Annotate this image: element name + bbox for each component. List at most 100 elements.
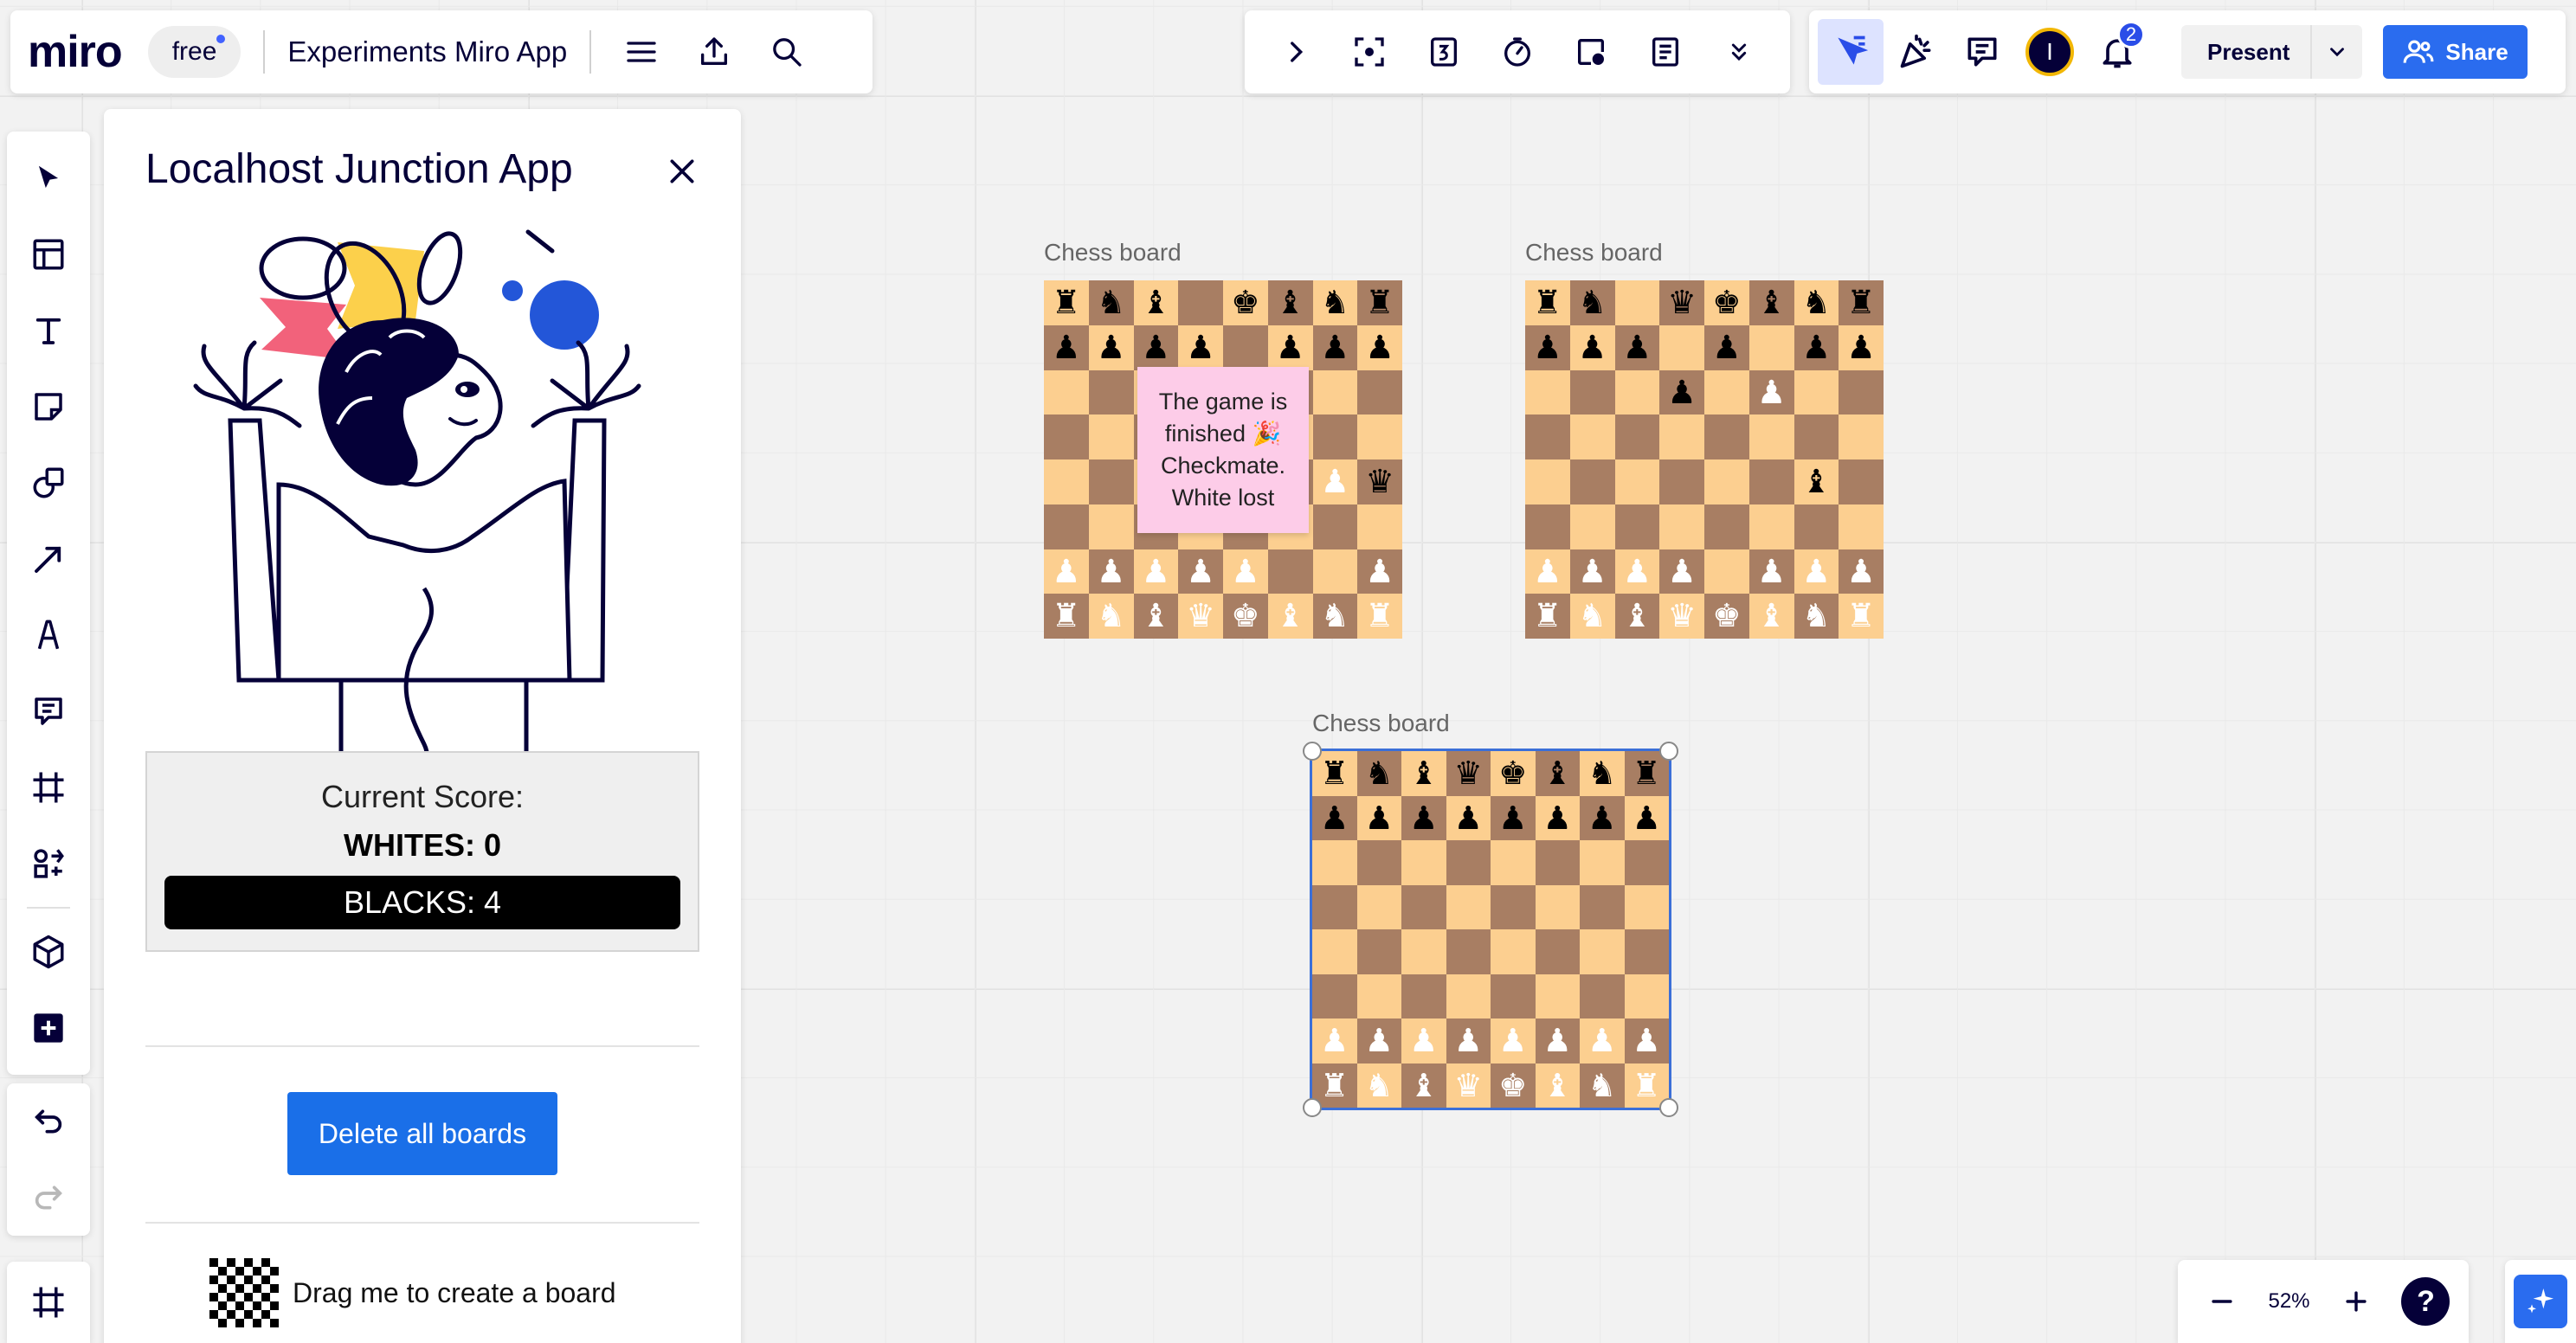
board-square[interactable]: ♛ <box>1446 751 1491 796</box>
board-square[interactable]: ♟ <box>1794 325 1839 370</box>
board-square[interactable] <box>1312 884 1357 929</box>
board-square[interactable] <box>1223 325 1268 370</box>
board-square[interactable] <box>1794 504 1839 549</box>
board-square[interactable]: ♟ <box>1401 1018 1446 1063</box>
resize-handle[interactable] <box>1659 1098 1678 1117</box>
black-pawn-piece[interactable]: ♟ <box>1142 331 1170 363</box>
board-square[interactable]: ♟ <box>1748 549 1794 594</box>
board-square[interactable]: ♝ <box>1535 1063 1580 1108</box>
board-square[interactable] <box>1839 414 1884 459</box>
board-square[interactable] <box>1748 414 1794 459</box>
board-square[interactable] <box>1839 504 1884 549</box>
board-square[interactable]: ♟ <box>1659 549 1704 594</box>
board-square[interactable]: ♟ <box>1614 325 1660 370</box>
board-square[interactable]: ♝ <box>1401 751 1446 796</box>
black-pawn-piece[interactable]: ♟ <box>1802 331 1831 363</box>
board-square[interactable]: ♝ <box>1794 459 1839 504</box>
board-square[interactable]: ♚ <box>1704 594 1749 639</box>
board-square[interactable]: ♟ <box>1569 325 1615 370</box>
board-square[interactable] <box>1839 369 1884 415</box>
comment-icon[interactable] <box>17 680 80 742</box>
board-square[interactable] <box>1659 504 1704 549</box>
white-pawn-piece[interactable]: ♟ <box>1498 1025 1527 1057</box>
black-rook-piece[interactable]: ♜ <box>1320 757 1349 789</box>
black-king-piece[interactable]: ♚ <box>1498 757 1527 789</box>
white-rook-piece[interactable]: ♜ <box>1846 600 1875 633</box>
white-knight-piece[interactable]: ♞ <box>1587 1070 1616 1102</box>
chess-board-2[interactable]: ♜ ♞ ♛ ♚ ♝ ♞ ♜ ♟ ♟ ♟ ♟ ♟ ♟ ♟ ♟ ♝ ♟ ♟ ♟ ♟ ♟ ♟ ♟ ♜ ♞ ♝ ♛ ♚ ♝ ♞ ♜ <box>1525 280 1884 639</box>
board-square[interactable] <box>1535 840 1580 885</box>
board-square[interactable] <box>1704 504 1749 549</box>
board-square[interactable]: ♟ <box>1312 1018 1357 1063</box>
zoom-out-icon[interactable] <box>2196 1276 2248 1327</box>
white-rook-piece[interactable]: ♜ <box>1365 600 1394 633</box>
board-square[interactable]: ♟ <box>1659 369 1704 415</box>
black-pawn-piece[interactable]: ♟ <box>1186 331 1214 363</box>
board-square[interactable]: ♞ <box>1088 594 1134 639</box>
black-bishop-piece[interactable]: ♝ <box>1409 757 1438 789</box>
board-square[interactable] <box>1446 884 1491 929</box>
white-pawn-piece[interactable]: ♟ <box>1454 1025 1483 1057</box>
board-square[interactable] <box>1312 929 1357 974</box>
white-pawn-piece[interactable]: ♟ <box>1587 1025 1616 1057</box>
board-square[interactable] <box>1525 504 1570 549</box>
black-pawn-piece[interactable]: ♟ <box>1276 331 1304 363</box>
board-square[interactable] <box>1446 929 1491 974</box>
black-pawn-piece[interactable]: ♟ <box>1587 802 1616 834</box>
board-square[interactable]: ♝ <box>1614 594 1660 639</box>
white-pawn-piece[interactable]: ♟ <box>1231 555 1259 588</box>
white-rook-piece[interactable]: ♜ <box>1052 600 1080 633</box>
board-square[interactable] <box>1580 884 1625 929</box>
board-square[interactable] <box>1312 369 1358 415</box>
cursor-icon[interactable] <box>1818 19 1884 85</box>
board-square[interactable]: ♜ <box>1525 594 1570 639</box>
zoom-in-icon[interactable] <box>2330 1276 2382 1327</box>
board-square[interactable]: ♟ <box>1223 549 1268 594</box>
white-pawn-piece[interactable]: ♟ <box>1097 555 1125 588</box>
board-square[interactable] <box>1659 459 1704 504</box>
close-icon[interactable] <box>660 149 705 194</box>
board-square[interactable]: ♟ <box>1839 325 1884 370</box>
white-bishop-piece[interactable]: ♝ <box>1142 600 1170 633</box>
board-square[interactable]: ♟ <box>1088 325 1134 370</box>
board-square[interactable] <box>1704 459 1749 504</box>
board-square[interactable]: ♟ <box>1312 795 1357 840</box>
white-rook-piece[interactable]: ♜ <box>1633 1070 1661 1102</box>
black-knight-piece[interactable]: ♞ <box>1802 286 1831 318</box>
white-pawn-piece[interactable]: ♟ <box>1186 555 1214 588</box>
white-pawn-piece[interactable]: ♟ <box>1757 376 1786 408</box>
frame-icon[interactable] <box>17 756 80 819</box>
white-queen-piece[interactable]: ♛ <box>1454 1070 1483 1102</box>
arrow-icon[interactable] <box>17 528 80 590</box>
board-square[interactable] <box>1491 840 1536 885</box>
white-knight-piece[interactable]: ♞ <box>1802 600 1831 633</box>
board-name[interactable]: Experiments Miro App <box>287 35 567 68</box>
board-square[interactable]: ♟ <box>1044 549 1089 594</box>
board-square[interactable] <box>1446 974 1491 1018</box>
miro-logo[interactable]: miro <box>28 26 123 78</box>
board-square[interactable]: ♟ <box>1178 325 1223 370</box>
black-king-piece[interactable]: ♚ <box>1231 286 1259 318</box>
board-square[interactable] <box>1357 369 1402 415</box>
board-square[interactable]: ♞ <box>1356 1063 1401 1108</box>
share-button[interactable]: Share <box>2383 25 2528 79</box>
board-square[interactable] <box>1794 369 1839 415</box>
black-king-piece[interactable]: ♚ <box>1712 286 1741 318</box>
white-knight-piece[interactable]: ♞ <box>1578 600 1607 633</box>
board-square[interactable]: ♟ <box>1401 795 1446 840</box>
board-square[interactable]: ♞ <box>1356 751 1401 796</box>
white-king-piece[interactable]: ♚ <box>1712 600 1741 633</box>
board-square[interactable]: ♞ <box>1312 280 1358 325</box>
board-square[interactable] <box>1535 974 1580 1018</box>
board-square[interactable] <box>1088 459 1134 504</box>
black-queen-piece[interactable]: ♛ <box>1365 465 1394 498</box>
white-pawn-piece[interactable]: ♟ <box>1052 555 1080 588</box>
board-square[interactable]: ♟ <box>1178 549 1223 594</box>
board-square[interactable]: ♜ <box>1044 594 1089 639</box>
chevron-double-down-icon[interactable] <box>1709 22 1769 82</box>
board-square[interactable]: ♚ <box>1491 1063 1536 1108</box>
board-square[interactable] <box>1704 414 1749 459</box>
black-queen-piece[interactable]: ♛ <box>1454 757 1483 789</box>
board-square[interactable]: ♛ <box>1659 280 1704 325</box>
board-square[interactable] <box>1446 840 1491 885</box>
